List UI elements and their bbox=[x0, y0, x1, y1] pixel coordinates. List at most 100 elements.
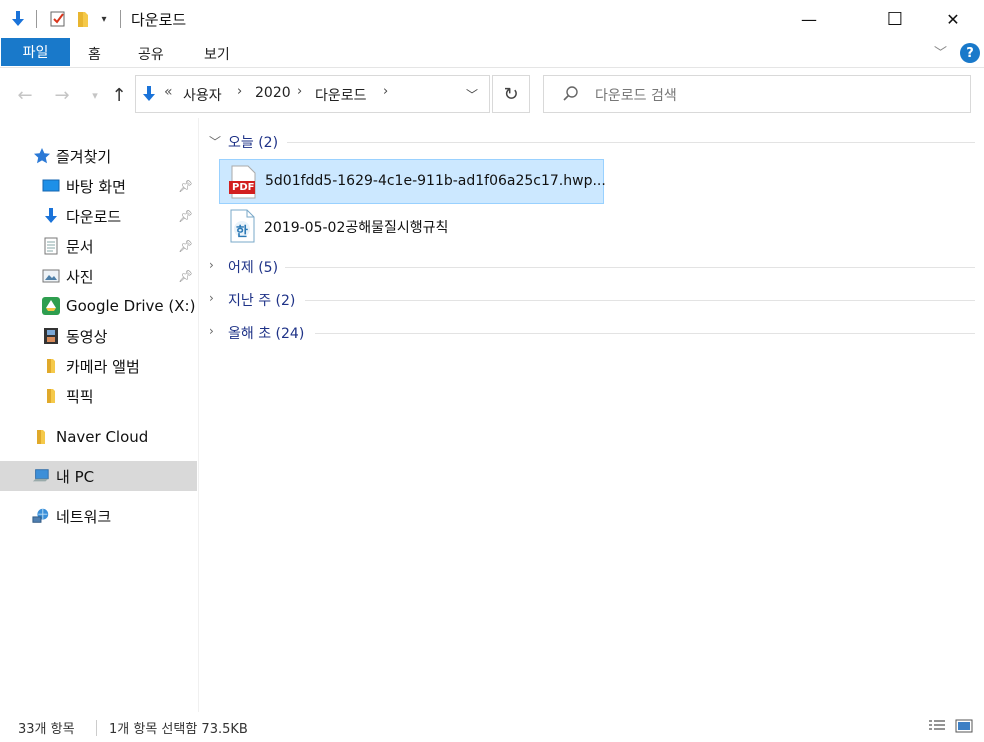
item-count: 33개 항목 bbox=[18, 722, 75, 737]
sidebar-item-google-drive[interactable]: Google Drive (X:) bbox=[0, 291, 197, 321]
sidebar-item-label: 카메라 앨범 bbox=[66, 357, 140, 376]
group-header-yesterday[interactable]: › 어제 (5) bbox=[205, 255, 975, 279]
sidebar-item-label: 사진 bbox=[66, 267, 94, 286]
group-divider bbox=[285, 267, 975, 268]
search-placeholder: 다운로드 검색 bbox=[595, 88, 677, 104]
group-divider bbox=[287, 142, 975, 143]
breadcrumb-downloads[interactable]: 다운로드 bbox=[315, 85, 367, 105]
search-icon bbox=[562, 85, 580, 107]
download-arrow-icon bbox=[42, 207, 60, 225]
sidebar-item-this-pc[interactable]: 내 PC bbox=[0, 461, 197, 491]
sidebar-item-pictures[interactable]: 사진 📌︎ bbox=[0, 261, 197, 291]
quick-access-properties-icon[interactable] bbox=[47, 8, 69, 30]
sidebar-item-documents[interactable]: 문서 📌︎ bbox=[0, 231, 197, 261]
chevron-right-icon: › bbox=[209, 291, 214, 305]
large-icons-view-icon[interactable] bbox=[955, 718, 973, 734]
pin-icon[interactable]: 📌︎ bbox=[178, 179, 193, 193]
folder-icon bbox=[32, 428, 50, 446]
minimize-icon: — bbox=[801, 9, 817, 29]
address-bar[interactable]: « 사용자 › 2020 › 다운로드 › ﹀ bbox=[135, 75, 490, 113]
arrow-left-icon: ← bbox=[17, 84, 33, 106]
breadcrumb-chevron-icon[interactable]: › bbox=[297, 84, 302, 99]
network-icon bbox=[32, 507, 50, 525]
sidebar-item-label: 픽픽 bbox=[66, 387, 94, 406]
maximize-icon: ☐ bbox=[886, 8, 904, 30]
sidebar-item-network[interactable]: 네트워크 bbox=[0, 501, 197, 531]
search-box[interactable]: 다운로드 검색 bbox=[543, 75, 971, 113]
quick-access-new-folder-icon[interactable] bbox=[73, 8, 93, 30]
forward-button[interactable]: → bbox=[51, 84, 73, 106]
group-header-last-week[interactable]: › 지난 주 (2) bbox=[205, 288, 975, 312]
pane-divider[interactable] bbox=[198, 118, 199, 712]
group-title: 어제 (5) bbox=[228, 260, 279, 276]
tab-view[interactable]: 보기 bbox=[204, 44, 230, 64]
quick-access-download-icon[interactable] bbox=[8, 8, 28, 30]
group-title: 지난 주 (2) bbox=[228, 293, 296, 309]
sidebar-item-label: 바탕 화면 bbox=[66, 177, 126, 196]
sidebar-item-videos[interactable]: 동영상 bbox=[0, 321, 197, 351]
selection-info: 1개 항목 선택함 73.5KB bbox=[109, 722, 248, 737]
pin-icon[interactable]: 📌︎ bbox=[178, 209, 193, 223]
breadcrumb-users[interactable]: 사용자 bbox=[183, 85, 222, 105]
pin-icon[interactable]: 📌︎ bbox=[178, 269, 193, 283]
minimize-button[interactable]: — bbox=[780, 0, 838, 38]
video-icon bbox=[42, 327, 60, 345]
group-title: 오늘 (2) bbox=[228, 135, 279, 151]
sidebar-item-quick-access[interactable]: 즐겨찾기 bbox=[0, 141, 197, 171]
tab-home[interactable]: 홈 bbox=[88, 44, 101, 64]
title-bar: ▾ 다운로드 — ☐ ✕ bbox=[0, 0, 984, 38]
arrow-right-icon: → bbox=[54, 84, 70, 106]
sidebar-item-label: Naver Cloud bbox=[56, 428, 149, 446]
recent-locations-button[interactable]: ▾ bbox=[84, 84, 106, 106]
hwp-badge-text: 한 bbox=[236, 225, 248, 240]
chevron-down-icon: ▾ bbox=[92, 88, 98, 102]
sidebar-item-label: 즐겨찾기 bbox=[56, 147, 112, 166]
sidebar-item-naver-cloud[interactable]: Naver Cloud bbox=[0, 422, 197, 452]
breadcrumb-chevron-icon[interactable]: › bbox=[237, 84, 242, 99]
status-bar: 33개 항목 1개 항목 선택함 73.5KB bbox=[0, 712, 984, 742]
up-button[interactable]: ↑ bbox=[108, 84, 130, 106]
pdf-badge-text: PDF bbox=[232, 182, 255, 193]
sidebar-item-label: 내 PC bbox=[56, 467, 95, 486]
tab-share[interactable]: 공유 bbox=[138, 44, 164, 64]
file-row[interactable]: PDF 5d01fdd5-1629-4c1e-911b-ad1f06a25c17… bbox=[219, 159, 606, 204]
help-button[interactable]: ? bbox=[960, 43, 980, 63]
refresh-button[interactable]: ↻ bbox=[492, 75, 530, 113]
title-separator bbox=[120, 10, 121, 28]
folder-icon bbox=[42, 387, 60, 405]
group-header-earlier-this-year[interactable]: › 올해 초 (24) bbox=[205, 321, 975, 345]
group-title: 올해 초 (24) bbox=[228, 326, 305, 342]
navigation-pane: 즐겨찾기 바탕 화면 📌︎ 다운로드 📌︎ 문서 📌︎ 사진 📌︎ Google… bbox=[0, 140, 197, 710]
back-button[interactable]: ← bbox=[14, 84, 36, 106]
pc-icon bbox=[32, 467, 50, 485]
quick-access-customize-icon[interactable]: ▾ bbox=[97, 8, 111, 30]
pdf-file-icon: PDF bbox=[228, 165, 258, 199]
pin-icon[interactable]: 📌︎ bbox=[178, 239, 193, 253]
group-header-today[interactable]: ﹀ 오늘 (2) bbox=[205, 130, 975, 154]
sidebar-item-label: 네트워크 bbox=[56, 507, 112, 526]
breadcrumb-overflow[interactable]: « bbox=[164, 84, 173, 100]
group-divider bbox=[305, 300, 975, 301]
desktop-icon bbox=[42, 177, 60, 195]
close-button[interactable]: ✕ bbox=[924, 0, 982, 38]
sidebar-item-camera-album[interactable]: 카메라 앨범 bbox=[0, 351, 197, 381]
sidebar-item-picpick[interactable]: 픽픽 bbox=[0, 381, 197, 411]
tab-file[interactable]: 파일 bbox=[1, 38, 70, 66]
breadcrumb-chevron-icon[interactable]: › bbox=[383, 84, 388, 99]
file-name: 2019-05-02공해물질시행규칙 bbox=[264, 220, 449, 236]
maximize-button[interactable]: ☐ bbox=[866, 0, 924, 38]
breadcrumb-2020[interactable]: 2020 bbox=[255, 85, 291, 101]
sidebar-item-desktop[interactable]: 바탕 화면 📌︎ bbox=[0, 171, 197, 201]
sidebar-item-label: 문서 bbox=[66, 237, 94, 256]
star-icon bbox=[33, 147, 51, 165]
document-icon bbox=[42, 237, 60, 255]
file-row[interactable]: 한 2019-05-02공해물질시행규칙 bbox=[219, 204, 604, 249]
expand-ribbon-icon[interactable]: ﹀ bbox=[934, 42, 947, 61]
sidebar-item-downloads[interactable]: 다운로드 📌︎ bbox=[0, 201, 197, 231]
details-view-icon[interactable] bbox=[928, 718, 946, 734]
refresh-icon: ↻ bbox=[503, 83, 519, 105]
address-dropdown-icon[interactable]: ﹀ bbox=[466, 86, 478, 103]
sidebar-item-label: 동영상 bbox=[66, 327, 108, 346]
group-divider bbox=[315, 333, 975, 334]
sidebar-item-label: Google Drive (X:) bbox=[66, 297, 196, 315]
